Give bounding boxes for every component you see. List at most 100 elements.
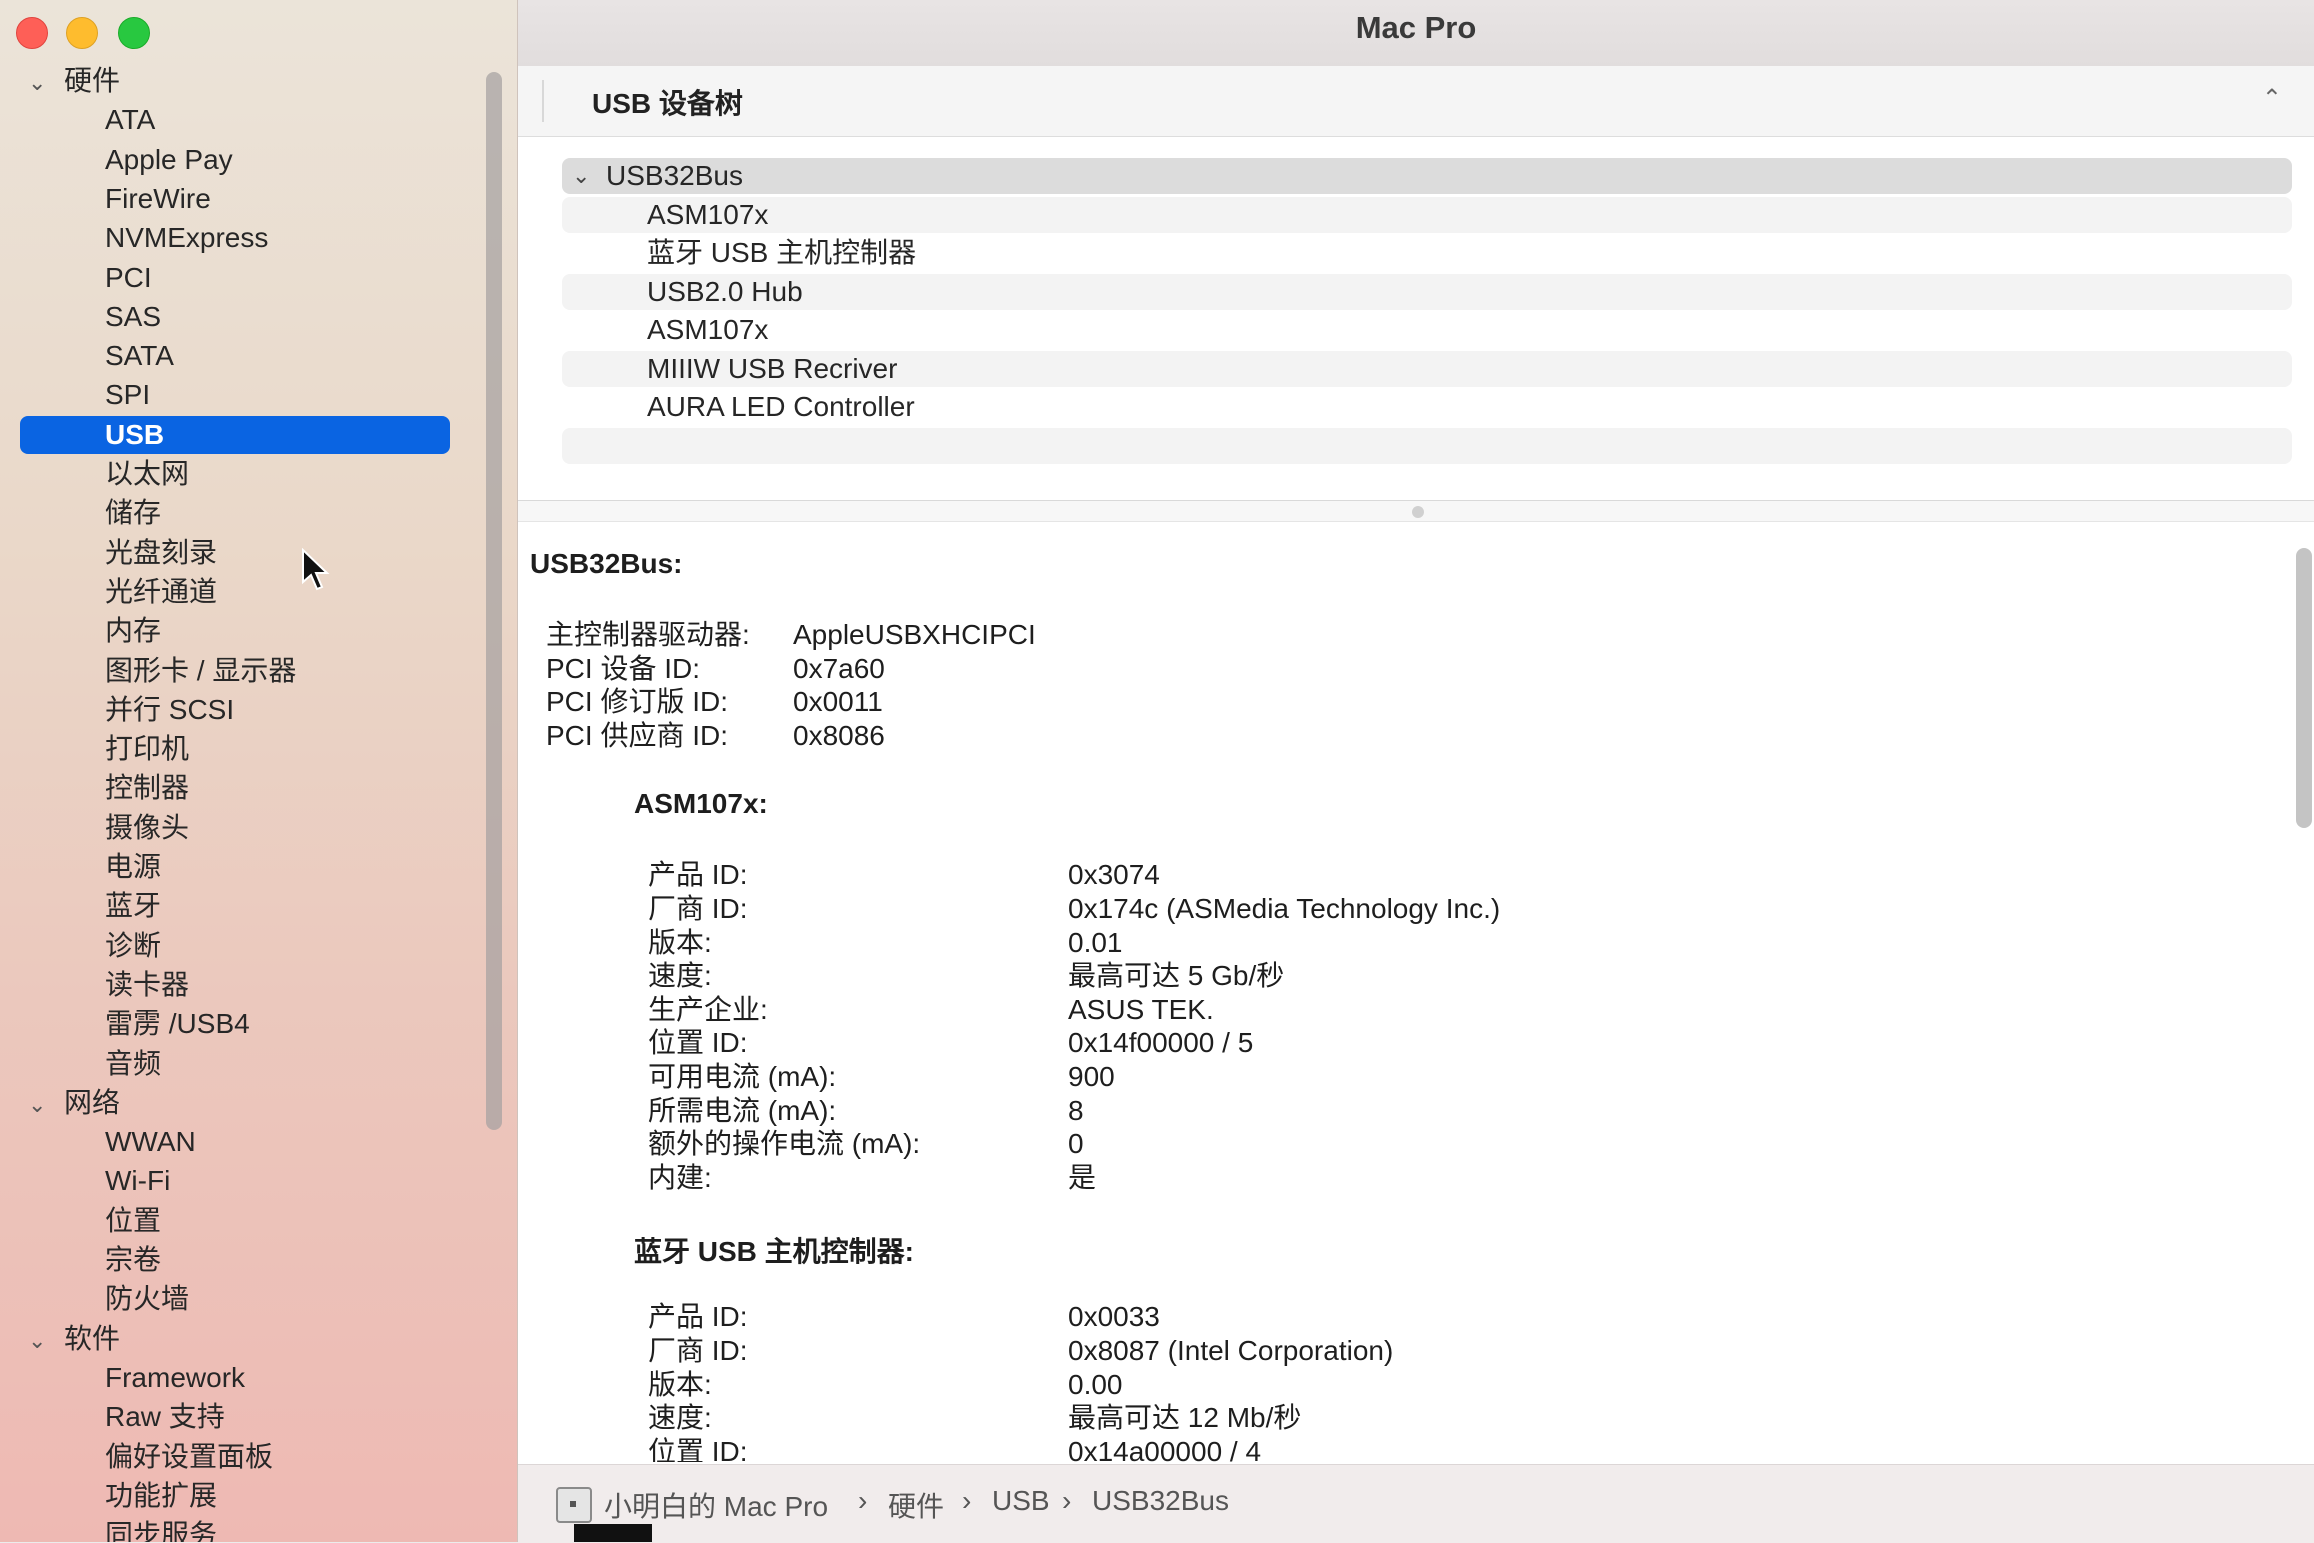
device-tree-empty-row <box>562 427 2292 464</box>
property-key: PCI 设备 ID: <box>546 652 701 684</box>
sidebar-item[interactable]: SAS <box>105 298 161 336</box>
device-tree-item[interactable]: ASM107x <box>562 312 2292 348</box>
sidebar-item[interactable]: 光盘刻录 <box>105 534 217 572</box>
sidebar-item[interactable]: 打印机 <box>105 730 189 768</box>
device-tree-root[interactable]: ⌄ USB32Bus <box>562 158 2292 194</box>
sidebar-item[interactable]: PCI <box>105 259 152 297</box>
sidebar-item[interactable]: Raw 支持 <box>105 1398 225 1436</box>
details-title: USB32Bus: <box>530 548 683 579</box>
mouse-pointer-icon <box>302 548 330 591</box>
property-value: 是 <box>1068 1161 1097 1193</box>
sidebar-item[interactable]: 图形卡 / 显示器 <box>105 652 296 690</box>
computer-icon <box>556 1487 592 1523</box>
zoom-window-button[interactable] <box>118 17 150 49</box>
sidebar-item[interactable]: USB <box>105 416 164 454</box>
sidebar-item[interactable]: 并行 SCSI <box>105 691 234 729</box>
sidebar-item[interactable]: WWAN <box>105 1123 196 1161</box>
device-tree-label: USB32Bus <box>606 160 743 191</box>
sidebar-item[interactable]: 读卡器 <box>105 966 189 1004</box>
property-value: 0x0011 <box>793 686 883 718</box>
details-pane: USB32Bus: 主控制器驱动器: AppleUSBXHCIPCI PCI 设备 I… <box>518 522 2288 1462</box>
sidebar-item[interactable]: Apple Pay <box>105 141 233 179</box>
chevron-down-icon[interactable]: ⌄ <box>28 1086 58 1124</box>
split-view-divider[interactable] <box>518 500 2314 522</box>
path-item[interactable]: 硬件 <box>888 1485 944 1525</box>
chevron-down-icon[interactable]: ⌄ <box>572 158 590 194</box>
chevron-down-icon[interactable]: ⌄ <box>28 64 58 102</box>
sidebar-item[interactable]: 摄像头 <box>105 809 189 847</box>
device-tree-label: USB2.0 Hub <box>647 275 803 307</box>
property-key: 厂商 ID: <box>648 1335 748 1366</box>
property-key: 位置 ID: <box>648 1027 748 1059</box>
device-tree-item[interactable]: MIIIW USB Recriver <box>562 350 2292 387</box>
property-value: 0.00 <box>1068 1368 1123 1400</box>
path-bar: 小明白的 Mac Pro › 硬件 › USB › USB32Bus <box>518 1464 2314 1543</box>
property-key: 产品 ID: <box>648 1301 748 1333</box>
sidebar-item[interactable]: Wi-Fi <box>105 1162 170 1200</box>
sidebar-item[interactable]: 音频 <box>105 1045 161 1083</box>
usb-device-tree: ⌄ USB32Bus ASM107x 蓝牙 USB 主机控制器 USB2.0 Hub AS… <box>542 158 2294 478</box>
chevron-down-icon[interactable]: ⌄ <box>28 1322 58 1360</box>
sidebar-item[interactable]: 位置 <box>105 1202 161 1240</box>
sidebar: ⌄ 硬件 ATA Apple Pay FireWire NVMExpress PCI SAS S… <box>0 0 518 1542</box>
path-item[interactable]: USB32Bus <box>1092 1485 1229 1517</box>
device-tree-label: ASM107x <box>647 198 769 230</box>
property-value: AppleUSBXHCIPCI <box>793 619 1036 650</box>
device-title: 蓝牙 USB 主机控制器: <box>634 1236 915 1268</box>
device-tree-item[interactable]: 蓝牙 USB 主机控制器 <box>562 235 2292 271</box>
device-tree-label: 蓝牙 USB 主机控制器 <box>647 237 917 268</box>
divider <box>542 80 544 122</box>
property-value: 0x0033 <box>1068 1301 1160 1333</box>
chevron-up-icon[interactable]: ⌃ <box>2262 84 2282 113</box>
device-tree-item[interactable]: ASM107x <box>562 196 2292 233</box>
property-key: 厂商 ID: <box>648 893 748 924</box>
sidebar-item[interactable]: 蓝牙 <box>105 887 161 925</box>
minimize-window-button[interactable] <box>66 17 98 49</box>
path-separator: › <box>858 1485 868 1516</box>
sidebar-item[interactable]: SPI <box>105 376 150 414</box>
property-key: 所需电流 (mA): <box>648 1094 837 1126</box>
path-item[interactable]: USB <box>992 1485 1050 1517</box>
sidebar-item[interactable]: 宗卷 <box>105 1241 161 1279</box>
sidebar-item[interactable]: 雷雳 /USB4 <box>105 1005 250 1043</box>
sidebar-item[interactable]: 内存 <box>105 612 161 650</box>
property-value: 0x14a00000 / 4 <box>1068 1435 1262 1462</box>
property-value: 0x8086 <box>793 719 885 751</box>
details-scrollbar[interactable] <box>2296 548 2312 828</box>
property-key: 额外的操作电流 (mA): <box>648 1128 921 1160</box>
path-item[interactable]: 小明白的 Mac Pro <box>604 1485 828 1525</box>
device-title: ASM107x: <box>634 788 768 820</box>
sidebar-item[interactable]: 偏好设置面板 <box>105 1438 273 1476</box>
property-value: 0x3074 <box>1068 859 1160 891</box>
sidebar-item[interactable]: 功能扩展 <box>105 1477 217 1515</box>
sidebar-item[interactable]: ATA <box>105 101 155 139</box>
sidebar-group-1[interactable]: ⌄ 网络 <box>28 1084 120 1122</box>
sidebar-item[interactable]: 同步服务 <box>105 1516 217 1542</box>
device-tree-item[interactable]: AURA LED Controller <box>562 389 2292 425</box>
split-handle[interactable] <box>1412 506 1424 518</box>
device-tree-item[interactable]: USB2.0 Hub <box>562 273 2292 310</box>
sidebar-item[interactable]: 控制器 <box>105 769 189 807</box>
sidebar-item[interactable]: FireWire <box>105 180 211 218</box>
sidebar-group-0[interactable]: ⌄ 硬件 <box>28 62 120 100</box>
sidebar-item[interactable]: NVMExpress <box>105 219 268 257</box>
close-window-button[interactable] <box>16 17 48 49</box>
overlay-bar <box>574 1524 652 1542</box>
sidebar-item[interactable]: SATA <box>105 337 174 375</box>
property-key: 可用电流 (mA): <box>648 1061 837 1092</box>
sidebar-item[interactable]: 储存 <box>105 494 161 532</box>
property-value: 0x174c (ASMedia Technology Inc.) <box>1068 893 1501 924</box>
property-key: PCI 修订版 ID: <box>546 686 729 718</box>
sidebar-item[interactable]: Framework <box>105 1359 245 1397</box>
sidebar-item[interactable]: 以太网 <box>105 455 189 493</box>
sidebar-group-2[interactable]: ⌄ 软件 <box>28 1320 120 1358</box>
property-value: 0x14f00000 / 5 <box>1068 1027 1254 1059</box>
sidebar-scrollbar[interactable] <box>486 72 502 1130</box>
sidebar-item[interactable]: 光纤通道 <box>105 573 217 611</box>
title-bar[interactable]: Mac Pro <box>518 0 2314 67</box>
sidebar-item[interactable]: 诊断 <box>105 927 161 965</box>
property-value: 0.01 <box>1068 926 1123 958</box>
sidebar-item[interactable]: 电源 <box>105 848 161 886</box>
device-tree-label: MIIIW USB Recriver <box>647 352 898 384</box>
sidebar-item[interactable]: 防火墙 <box>105 1280 189 1318</box>
